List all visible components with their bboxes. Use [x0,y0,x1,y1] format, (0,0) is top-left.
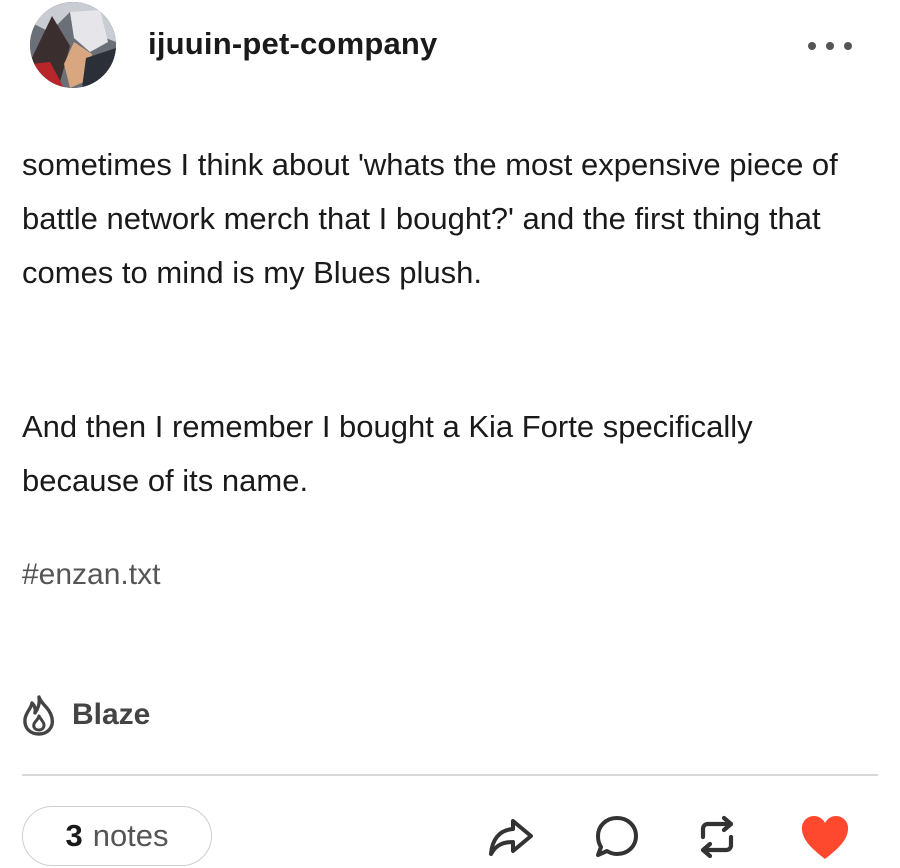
notes-count: 3 [65,818,83,853]
post-paragraph: And then I remember I bought a Kia Forte… [22,409,753,498]
blaze-button[interactable]: Blaze [20,690,150,740]
post-card: ijuuin-pet-company sometimes I think abo… [0,0,900,868]
share-button[interactable] [484,810,538,864]
post-paragraph: sometimes I think about 'whats the most … [22,147,838,290]
notes-button[interactable]: 3 notes [22,806,212,866]
speech-bubble-icon [596,816,638,857]
blaze-label: Blaze [72,698,151,731]
heart-icon [801,816,849,859]
post-tag[interactable]: #enzan.txt [22,558,160,592]
reblog-button[interactable] [690,810,744,864]
divider [22,774,878,776]
ellipsis-icon [826,42,834,50]
post-body: sometimes I think about 'whats the most … [22,138,872,508]
post-header: ijuuin-pet-company [24,0,874,92]
share-arrow-icon [489,819,533,856]
avatar[interactable] [30,2,116,88]
flame-icon [23,695,55,736]
reblog-icon [700,815,734,859]
avatar-image [30,2,116,88]
ellipsis-icon [808,42,816,50]
like-button[interactable] [798,810,852,864]
ellipsis-icon [844,42,852,50]
reply-button[interactable] [590,810,644,864]
notes-label: notes [92,818,169,853]
username[interactable]: ijuuin-pet-company [148,26,438,62]
more-options-button[interactable] [808,36,852,56]
